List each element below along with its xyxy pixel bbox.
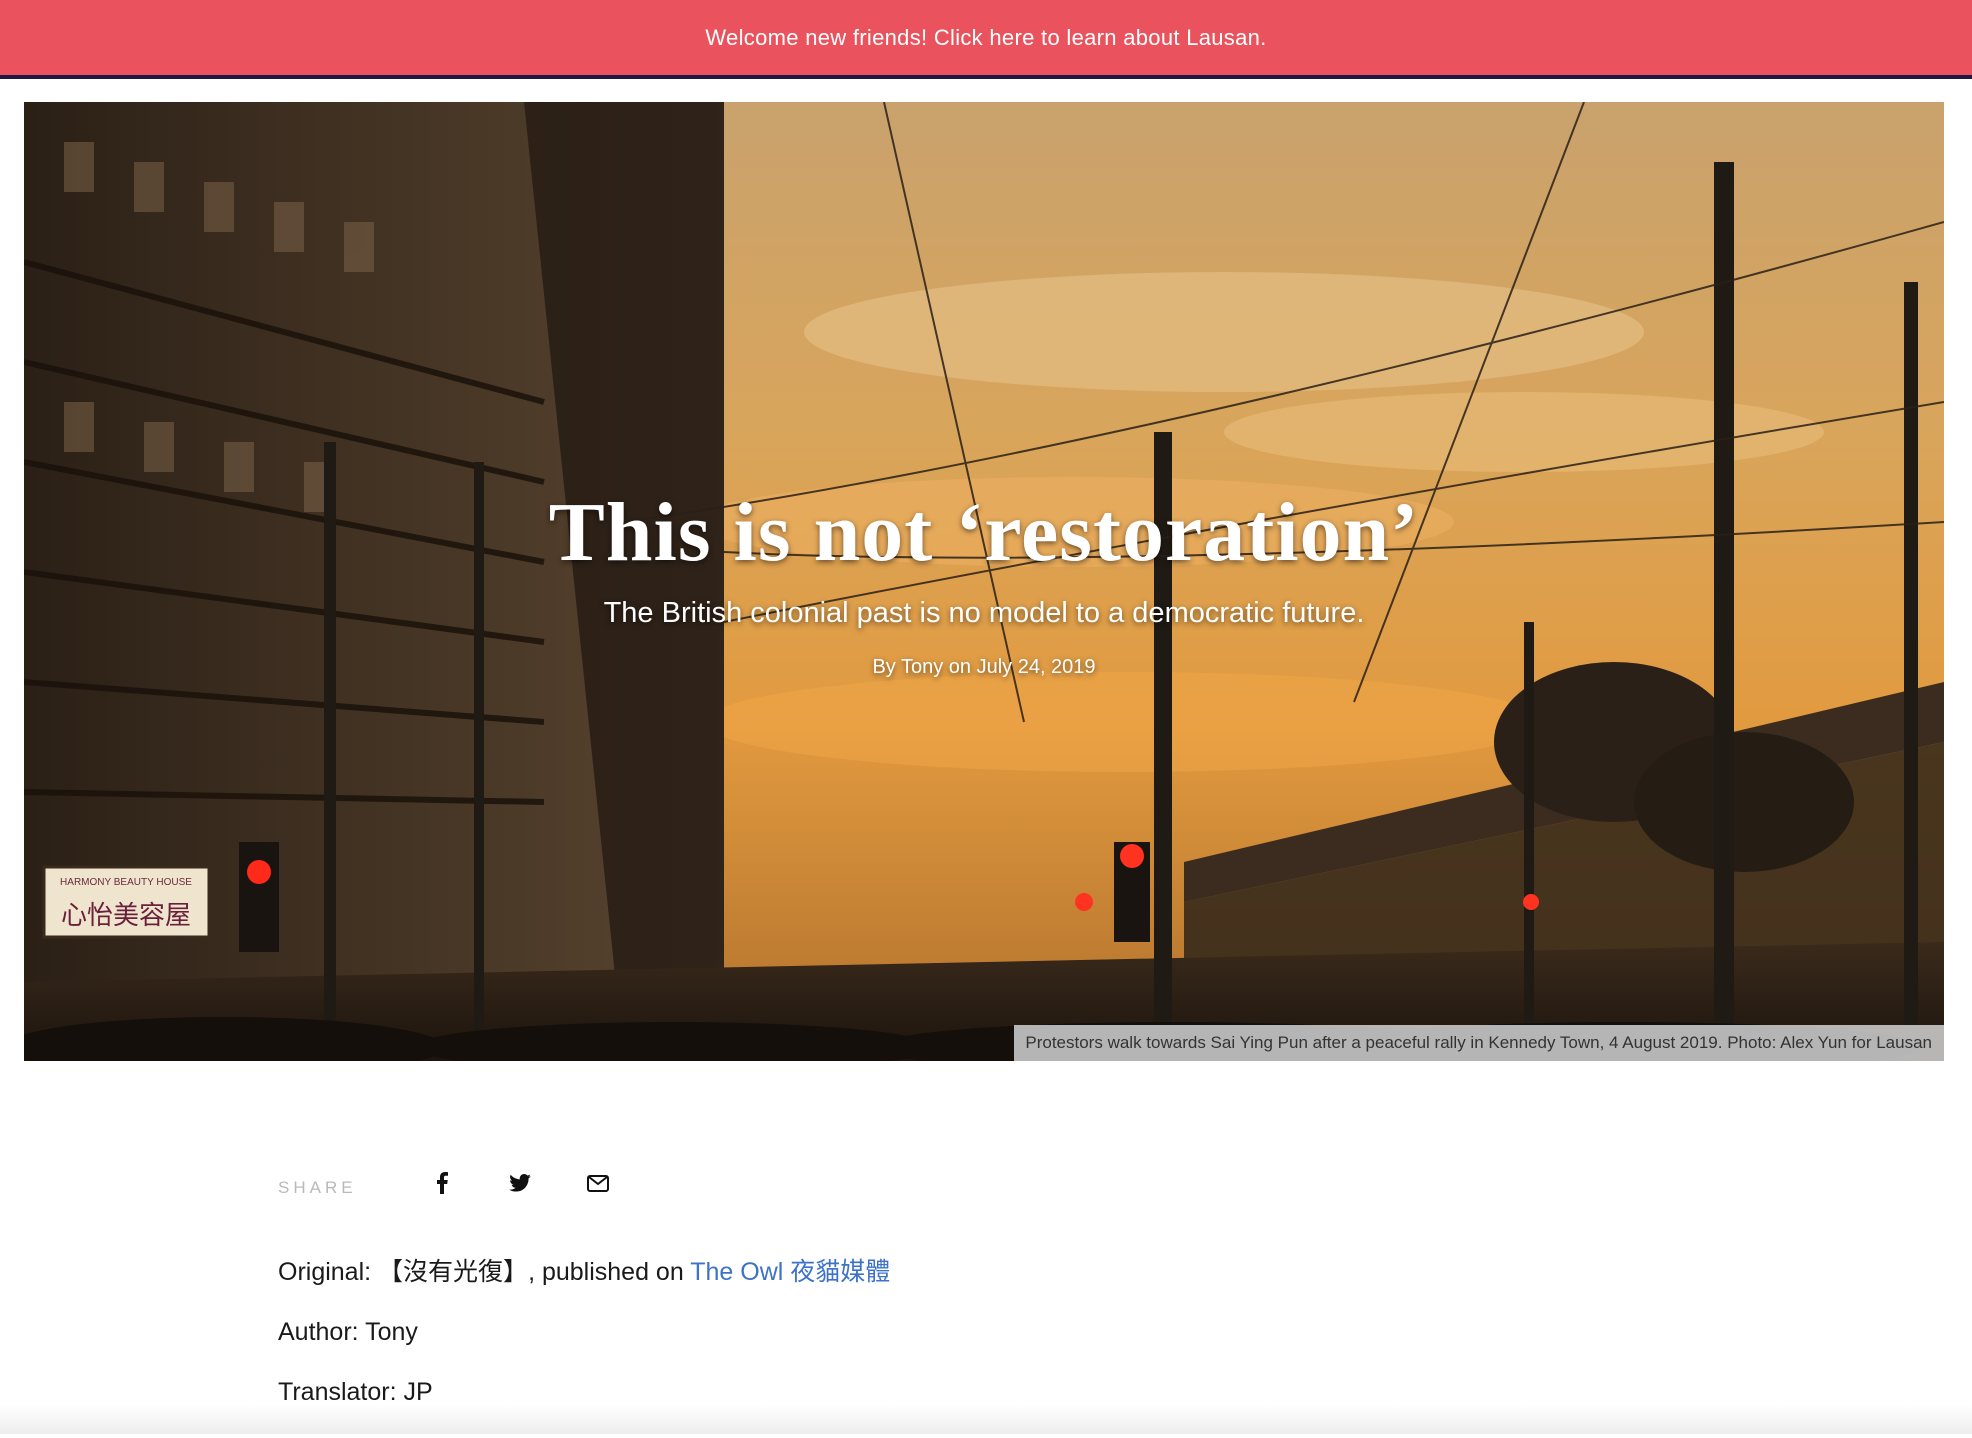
- original-title: 【沒有光復】: [378, 1258, 529, 1286]
- source-link[interactable]: The Owl 夜貓媒體: [690, 1258, 890, 1286]
- article-subtitle: The British colonial past is no model to…: [603, 597, 1365, 630]
- shop-sign-zh: 心怡美容屋: [61, 901, 191, 931]
- welcome-banner-text[interactable]: Welcome new friends! Click here to learn…: [705, 25, 1266, 51]
- email-icon[interactable]: [584, 1169, 612, 1197]
- translator-line: Translator: JP: [278, 1378, 433, 1406]
- author-line: Author: Tony: [278, 1318, 418, 1346]
- photo-caption: Protestors walk towards Sai Ying Pun aft…: [1014, 1025, 1944, 1061]
- shop-sign-en: HARMONY BEAUTY HOUSE: [60, 877, 192, 888]
- original-line: Original: 【沒有光復】, published on The Owl 夜…: [278, 1258, 890, 1286]
- twitter-icon[interactable]: [506, 1169, 534, 1197]
- share-label: SHARE: [278, 1178, 357, 1197]
- article-title: This is not ‘restoration’: [548, 486, 1420, 579]
- hero-image: HARMONY BEAUTY HOUSE 心怡美容屋 This is not ‘…: [24, 102, 1944, 1061]
- article-byline: By Tony on July 24, 2019: [872, 656, 1096, 679]
- hero-text: This is not ‘restoration’ The British co…: [24, 486, 1944, 679]
- share-bar: SHARE: [278, 1168, 662, 1198]
- published-on-text: , published on: [528, 1258, 691, 1286]
- facebook-icon[interactable]: [428, 1169, 456, 1197]
- welcome-banner[interactable]: Welcome new friends! Click here to learn…: [0, 0, 1972, 79]
- article-body: Original: 【沒有光復】, published on The Owl 夜…: [278, 1258, 890, 1438]
- original-label: Original:: [278, 1258, 379, 1286]
